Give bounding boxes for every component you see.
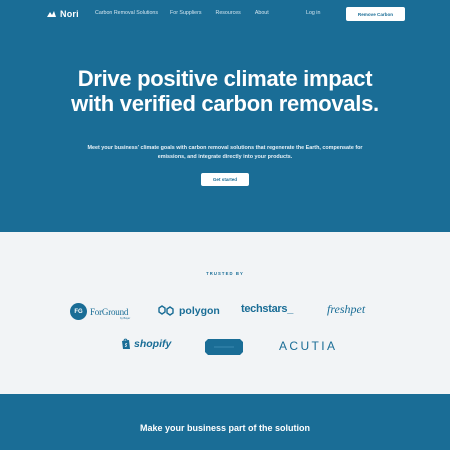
techstars-wordmark: techstars_ xyxy=(241,303,294,315)
hero-subtitle: Meet your business' climate goals with c… xyxy=(87,145,363,160)
hero-title: Drive positive climate impact with verif… xyxy=(71,66,379,116)
top-nav: Nori Carbon Removal Solutions For Suppli… xyxy=(0,0,450,28)
cta-band-title: Make your business part of the solution xyxy=(139,423,311,433)
techstars-logo: techstars_ xyxy=(241,303,293,315)
forground-wordmark: ForGround xyxy=(90,306,129,317)
nori-logo-icon xyxy=(47,10,56,17)
shopify-bag-icon xyxy=(122,338,130,349)
box-logo xyxy=(205,336,243,358)
box-logo-icon xyxy=(205,339,243,355)
nav-link-suppliers[interactable]: For Suppliers xyxy=(170,10,202,16)
nav-link-solutions[interactable]: Carbon Removal Solutions xyxy=(95,10,158,16)
nori-logo[interactable]: Nori xyxy=(46,9,79,19)
polygon-logo-icon xyxy=(158,305,174,316)
nav-links: Carbon Removal Solutions For Suppliers R… xyxy=(95,10,269,16)
get-started-button[interactable]: Get started xyxy=(201,173,249,186)
acutia-wordmark: ACUTIA xyxy=(279,339,338,353)
login-link[interactable]: Log in xyxy=(306,10,320,16)
acutia-logo: ACUTIA xyxy=(279,339,337,353)
forground-badge: FG xyxy=(70,303,87,320)
polygon-logo: polygon xyxy=(157,304,220,317)
logo-text: Nori xyxy=(60,9,79,19)
shopify-logo: shopify xyxy=(121,338,171,350)
hero-section: Nori Carbon Removal Solutions For Suppli… xyxy=(0,0,450,232)
shopify-wordmark: shopify xyxy=(134,338,172,350)
cta-band: Make your business part of the solution xyxy=(0,394,450,450)
nav-link-about[interactable]: About xyxy=(255,10,269,16)
trusted-by-label: TRUSTED BY xyxy=(206,271,244,276)
remove-carbon-button[interactable]: Remove Carbon xyxy=(346,7,405,21)
trusted-by-section: TRUSTED BY FG ForGround by Bayer polygon… xyxy=(0,232,450,394)
forground-tagline: by Bayer xyxy=(120,317,131,320)
freshpet-logo: freshpet xyxy=(327,302,365,317)
freshpet-wordmark: freshpet xyxy=(327,302,366,316)
polygon-wordmark: polygon xyxy=(179,304,220,317)
forground-logo: FG ForGround by Bayer xyxy=(70,303,131,320)
nav-link-resources[interactable]: Resources xyxy=(216,10,241,16)
